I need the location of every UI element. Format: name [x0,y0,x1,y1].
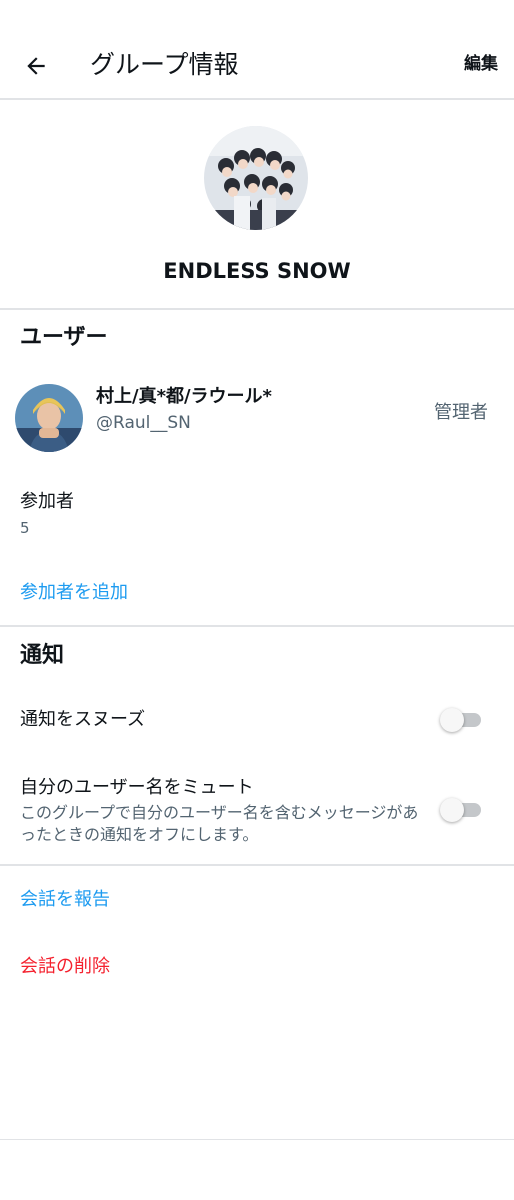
admin-user-row[interactable]: 村上/真*都/ラウール* @Raul__SN 管理者 [0,378,514,460]
notifications-divider [0,864,514,866]
users-divider [0,625,514,627]
group-name: ENDLESS SNOW [163,259,351,283]
user-avatar [15,384,83,452]
mute-username-toggle[interactable] [440,798,482,822]
snooze-notifications-toggle[interactable] [440,708,482,732]
user-handle: @Raul__SN [96,413,191,433]
bottom-divider [0,1139,514,1140]
report-conversation-link[interactable]: 会話を報告 [20,887,110,913]
mute-username-description: このグループで自分のユーザー名を含むメッセージがあったときの通知をオフにします。 [20,803,419,844]
users-section-title: ユーザー [20,325,108,350]
mute-username-label: 自分のユーザー名をミュート [20,777,254,798]
group-divider [0,308,514,310]
participants-label[interactable]: 参加者 [20,489,74,515]
user-display-name: 村上/真*都/ラウール* [96,386,272,407]
notifications-section-title: 通知 [20,643,65,668]
delete-conversation-link[interactable]: 会話の削除 [20,954,110,980]
add-participants-link[interactable]: 参加者を追加 [20,580,128,606]
participants-count: 5 [20,519,30,537]
back-button[interactable] [14,44,58,88]
edit-button[interactable]: 編集 [464,52,498,76]
arrow-left-icon [27,57,45,75]
snooze-notifications-label: 通知をスヌーズ [20,709,146,730]
header-divider [0,98,514,100]
page-title: グループ情報 [90,50,239,79]
group-avatar[interactable] [204,126,308,230]
admin-role-label: 管理者 [434,402,488,423]
